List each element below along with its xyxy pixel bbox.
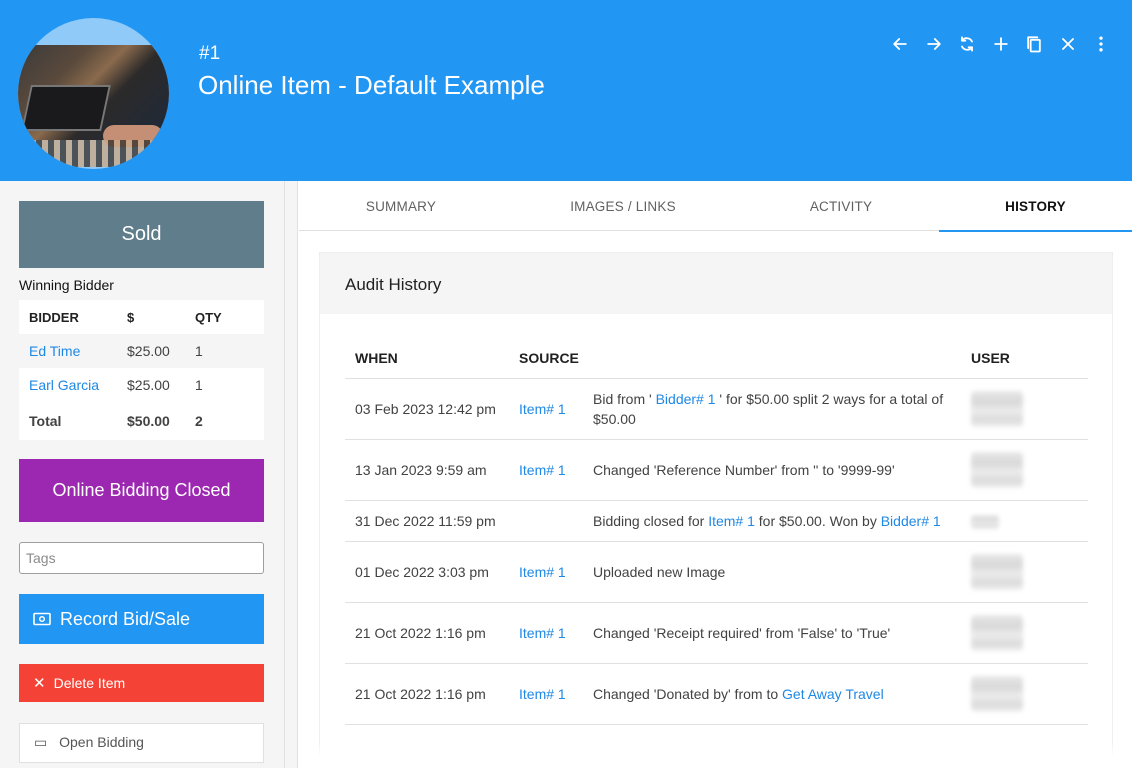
bidder-link[interactable]: Ed Time	[29, 343, 80, 359]
delete-item-label: Delete Item	[53, 675, 126, 691]
detail-text: Changed 'Receipt required' from 'False' …	[593, 624, 891, 641]
tab-summary[interactable]: SUMMARY	[299, 181, 503, 231]
table-header-row: WHEN SOURCE USER	[345, 339, 1088, 379]
detail-text: Changed 'Donated by' from to	[593, 685, 783, 702]
bidder-link[interactable]: Earl Garcia	[29, 377, 99, 393]
audit-detail: Changed 'Receipt required' from 'False' …	[583, 602, 961, 664]
detail-text: Uploaded new Image	[593, 563, 726, 580]
plus-icon[interactable]	[984, 32, 1018, 56]
more-vert-icon[interactable]	[1085, 32, 1119, 56]
detail-link[interactable]: Bidder# 1	[656, 391, 716, 407]
table-row: 21 Oct 2022 1:16 pm Item# 1 Changed 'Donat…	[345, 663, 1088, 725]
source-item-link[interactable]: Item# 1	[519, 625, 566, 641]
close-icon[interactable]	[1051, 32, 1085, 56]
detail-link[interactable]: Get Away Travel	[782, 686, 884, 702]
table-row: 03 Feb 2023 12:42 pm Item# 1 Bid from ' Bi…	[345, 378, 1088, 440]
column-header-when: WHEN	[345, 339, 509, 379]
bid-qty: 1	[195, 377, 203, 393]
audit-history-card: Audit History WHEN SOURCE USER 03 Feb 20…	[319, 252, 1113, 768]
redacted-user	[971, 390, 1023, 427]
audit-when: 21 Oct 2022 1:16 pm	[345, 663, 509, 725]
cash-icon	[33, 612, 51, 626]
audit-detail: Changed 'Donated by' from to Get Away Tr…	[583, 663, 961, 725]
detail-text: for $50.00. Won by	[754, 512, 881, 529]
laptop-photo	[18, 45, 169, 167]
detail-text: Bid from '	[593, 390, 656, 407]
bid-amount: $25.00	[127, 343, 170, 359]
arrow-left-icon[interactable]	[884, 32, 918, 56]
refresh-icon[interactable]	[951, 32, 985, 56]
header-toolbar	[884, 32, 1119, 56]
tab-images-links[interactable]: IMAGES / LINKS	[503, 181, 743, 231]
status-badge: Sold	[19, 201, 264, 268]
tags-input[interactable]	[19, 542, 264, 574]
table-row: 01 Dec 2022 3:03 pm Item# 1 Uploaded new I…	[345, 541, 1088, 603]
column-header-bidder: BIDDER	[29, 309, 79, 325]
source-item-link[interactable]: Item# 1	[519, 401, 566, 417]
close-icon: ✕	[33, 675, 46, 692]
audit-when: 01 Dec 2022 3:03 pm	[345, 541, 509, 603]
audit-detail: Uploaded new Image	[583, 541, 961, 603]
table-row: Earl Garcia $25.00 1	[19, 368, 264, 402]
open-bidding-button[interactable]: ▭ Open Bidding	[19, 723, 264, 763]
table-row: 13 Jan 2023 9:59 am Item# 1 Changed 'Refer…	[345, 439, 1088, 501]
redacted-user	[971, 451, 1023, 488]
audit-table: WHEN SOURCE USER 03 Feb 2023 12:42 pm Ite…	[345, 339, 1088, 725]
audit-when: 31 Dec 2022 11:59 pm	[345, 500, 509, 542]
open-bidding-label: Open Bidding	[59, 734, 144, 750]
tab-history[interactable]: HISTORY	[939, 181, 1132, 232]
audit-when: 13 Jan 2023 9:59 am	[345, 439, 509, 501]
total-amount: $50.00	[127, 413, 170, 429]
redacted-user	[971, 614, 1023, 651]
left-sidebar: Sold Winning Bidder BIDDER $ QTY Ed Time…	[0, 181, 298, 768]
total-label: Total	[29, 413, 62, 429]
bid-qty: 1	[195, 343, 203, 359]
redacted-user	[971, 675, 1023, 712]
item-header: #1 Online Item - Default Example	[0, 0, 1132, 181]
arrow-right-icon[interactable]	[917, 32, 951, 56]
total-row: Total $50.00 2	[19, 402, 264, 440]
source-item-link[interactable]: Item# 1	[519, 686, 566, 702]
calendar-icon: ▭	[34, 734, 48, 750]
bid-amount: $25.00	[127, 377, 170, 393]
audit-detail: Bid from ' Bidder# 1 ' for $50.00 split …	[583, 378, 961, 440]
detail-link[interactable]: Item# 1	[708, 513, 755, 529]
item-image[interactable]	[18, 18, 169, 169]
total-qty: 2	[195, 413, 203, 429]
table-header-row: BIDDER $ QTY	[19, 300, 264, 334]
scroll-fade	[299, 740, 1132, 768]
page-title: Online Item - Default Example	[198, 70, 545, 100]
audit-when: 21 Oct 2022 1:16 pm	[345, 602, 509, 664]
column-header-user: USER	[961, 339, 1088, 379]
table-row: Ed Time $25.00 1	[19, 334, 264, 368]
item-number: #1	[199, 43, 221, 64]
bidding-status-banner: Online Bidding Closed	[19, 459, 264, 522]
card-title: Audit History	[345, 275, 442, 294]
column-header-details	[583, 339, 961, 379]
winning-bidder-label: Winning Bidder	[19, 277, 114, 293]
detail-text: Changed 'Reference Number' from '' to '9…	[593, 461, 895, 478]
detail-link[interactable]: Bidder# 1	[881, 513, 941, 529]
source-item-link[interactable]: Item# 1	[519, 462, 566, 478]
delete-item-button[interactable]: ✕ Delete Item	[19, 664, 264, 702]
record-bid-sale-label: Record Bid/Sale	[60, 608, 191, 629]
record-bid-sale-button[interactable]: Record Bid/Sale	[19, 594, 264, 644]
column-header-source: SOURCE	[509, 339, 583, 379]
audit-detail: Changed 'Reference Number' from '' to '9…	[583, 439, 961, 501]
redacted-user	[971, 514, 999, 529]
column-header-amount: $	[127, 309, 135, 325]
redacted-user	[971, 553, 1023, 590]
column-header-qty: QTY	[195, 309, 222, 325]
audit-detail: Bidding closed for Item# 1 for $50.00. W…	[583, 500, 961, 542]
source-item-link[interactable]: Item# 1	[519, 564, 566, 580]
tab-bar: SUMMARY IMAGES / LINKS ACTIVITY HISTORY	[299, 181, 1132, 232]
audit-when: 03 Feb 2023 12:42 pm	[345, 378, 509, 440]
copy-icon[interactable]	[1018, 32, 1052, 56]
winning-bidder-table: BIDDER $ QTY Ed Time $25.00 1 Earl Garci…	[19, 300, 264, 440]
detail-text: Bidding closed for	[593, 512, 709, 529]
tab-activity[interactable]: ACTIVITY	[743, 181, 939, 231]
table-row: 31 Dec 2022 11:59 pm Bidding closed for I…	[345, 500, 1088, 542]
table-row: 21 Oct 2022 1:16 pm Item# 1 Changed 'Recei…	[345, 602, 1088, 664]
